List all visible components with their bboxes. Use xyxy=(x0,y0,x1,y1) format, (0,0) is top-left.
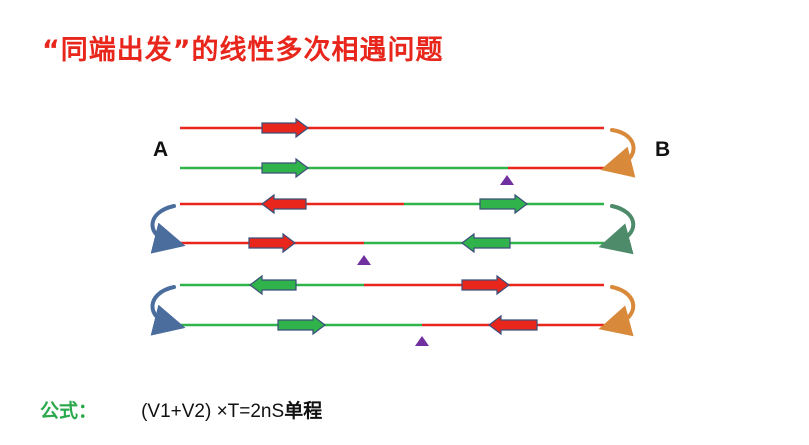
right-arrow-icon xyxy=(461,274,510,296)
right-arrow-icon xyxy=(248,232,296,254)
meeting-point-icon xyxy=(500,175,514,185)
direction-arrows xyxy=(248,117,538,336)
u-turn-arrow-icon xyxy=(598,285,636,337)
right-arrow-icon xyxy=(261,117,309,139)
formula: 公式： (V1+V2) ×T=2nS单程 xyxy=(40,396,322,423)
left-arrow-icon xyxy=(249,274,297,296)
u-turn-arrows xyxy=(150,128,636,337)
left-arrow-icon xyxy=(488,314,538,336)
meeting-point-icon xyxy=(415,336,429,346)
formula-label: 公式： xyxy=(40,400,98,422)
u-turn-arrow-icon xyxy=(150,285,186,336)
u-turn-arrow-icon xyxy=(598,204,636,255)
left-arrow-icon xyxy=(261,193,307,215)
u-turn-arrow-icon xyxy=(150,204,186,254)
formula-text: (V1+V2) ×T=2nS xyxy=(141,401,285,422)
right-arrow-icon xyxy=(261,157,309,179)
track-lines xyxy=(180,126,604,327)
meeting-point-icon xyxy=(357,255,371,265)
u-turn-arrow-icon xyxy=(600,128,636,178)
right-arrow-icon xyxy=(479,193,528,215)
left-arrow-icon xyxy=(461,232,511,254)
right-arrow-icon xyxy=(277,314,326,336)
formula-unit: 单程 xyxy=(284,400,323,422)
meeting-diagram xyxy=(150,117,636,346)
